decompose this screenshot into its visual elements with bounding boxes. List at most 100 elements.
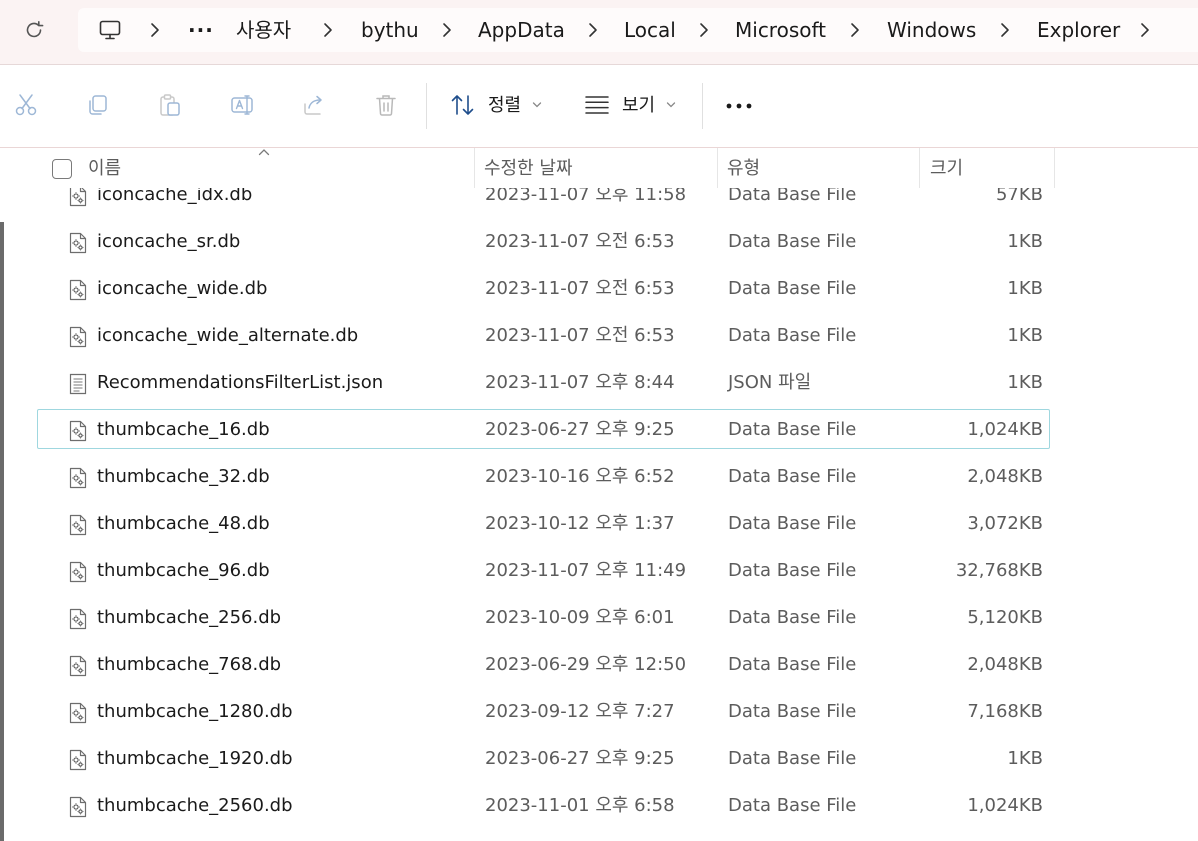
paste-button[interactable] [152, 87, 188, 123]
address-bar[interactable]: ··· 사용자 bythu AppData Local Microsoft Wi… [78, 8, 1198, 52]
column-header-row: 이름 수정한 날짜 유형 크기 [12, 148, 1198, 188]
cut-button[interactable] [8, 87, 44, 123]
command-bar: 정렬 보기 [0, 65, 1198, 147]
select-all-checkbox[interactable] [52, 159, 72, 179]
view-list-icon [585, 96, 609, 114]
divider [426, 83, 427, 129]
column-header-name[interactable]: 이름 [88, 148, 121, 188]
file-name: thumbcache_32.db [97, 466, 270, 487]
divider [702, 83, 703, 129]
file-modified-date: 2023-11-07 오후 8:44 [485, 372, 675, 393]
file-name: thumbcache_768.db [97, 654, 282, 675]
sort-button[interactable]: 정렬 [446, 85, 550, 125]
file-name: iconcache_wide.db [97, 278, 268, 299]
file-row[interactable]: iconcache_sr.db 2023-11-07 오전 6:53 Data Ba… [37, 221, 1050, 261]
db-file-icon [69, 420, 87, 442]
rename-icon [231, 95, 253, 115]
text-file-icon [69, 373, 87, 395]
copy-button[interactable] [80, 87, 116, 123]
db-file-icon [69, 608, 87, 630]
db-file-icon [69, 279, 87, 301]
breadcrumb-item[interactable]: 사용자 [236, 8, 291, 52]
column-divider[interactable] [474, 148, 475, 188]
file-type: Data Base File [728, 419, 857, 440]
file-row[interactable]: thumbcache_16.db 2023-06-27 오후 9:25 Data B… [37, 409, 1050, 449]
view-label: 보기 [622, 95, 656, 116]
chevron-down-icon [666, 102, 676, 108]
sort-icon [451, 95, 474, 115]
file-row[interactable]: thumbcache_1280.db 2023-09-12 오후 7:27 Data… [37, 691, 1050, 731]
db-file-icon [69, 561, 87, 583]
chevron-right-icon[interactable] [321, 21, 335, 39]
file-modified-date: 2023-11-07 오전 6:53 [485, 325, 675, 346]
db-file-icon [69, 796, 87, 818]
rename-button[interactable] [224, 87, 260, 123]
share-button[interactable] [296, 87, 332, 123]
breadcrumb-overflow-button[interactable]: ··· [188, 8, 214, 52]
refresh-icon [26, 21, 44, 38]
chevron-right-icon[interactable] [998, 21, 1012, 39]
chevron-right-icon[interactable] [440, 21, 454, 39]
file-type: JSON 파일 [728, 372, 812, 393]
refresh-button[interactable] [14, 12, 54, 48]
breadcrumb-item[interactable]: Microsoft [735, 8, 826, 52]
address-bar-area: ··· 사용자 bythu AppData Local Microsoft Wi… [0, 0, 1198, 64]
column-divider[interactable] [717, 148, 718, 188]
file-size: 1,024KB [967, 795, 1043, 816]
file-row[interactable]: thumbcache_256.db 2023-10-09 오후 6:01 Data … [37, 597, 1050, 637]
file-name: thumbcache_1920.db [97, 748, 293, 769]
file-row[interactable]: thumbcache_2560.db 2023-11-01 오후 6:58 Data… [37, 785, 1050, 825]
file-size: 1,024KB [967, 419, 1043, 440]
chevron-down-icon [532, 102, 542, 108]
breadcrumb-item[interactable]: Explorer [1037, 8, 1120, 52]
navigation-pane-scrollbar[interactable] [0, 222, 4, 841]
file-size: 5,120KB [967, 607, 1043, 628]
copy-icon [89, 95, 107, 115]
file-type: Data Base File [728, 513, 857, 534]
chevron-right-icon[interactable] [148, 21, 162, 39]
file-type: Data Base File [728, 654, 857, 675]
file-size: 1KB [1007, 325, 1043, 346]
file-modified-date: 2023-11-01 오후 6:58 [485, 795, 675, 816]
view-button[interactable]: 보기 [580, 85, 684, 125]
file-row[interactable]: thumbcache_1920.db 2023-06-27 오후 9:25 Data… [37, 738, 1050, 778]
column-header-date[interactable]: 수정한 날짜 [484, 148, 573, 188]
file-row[interactable]: thumbcache_48.db 2023-10-12 오후 1:37 Data B… [37, 503, 1050, 543]
column-divider[interactable] [919, 148, 920, 188]
column-divider[interactable] [1054, 148, 1055, 188]
file-type: Data Base File [728, 278, 857, 299]
file-type: Data Base File [728, 748, 857, 769]
file-row[interactable]: RecommendationsFilterList.json 2023-11-07… [37, 362, 1050, 402]
breadcrumb-item[interactable]: Windows [887, 8, 976, 52]
breadcrumb-item[interactable]: bythu [361, 8, 419, 52]
db-file-icon [69, 749, 87, 771]
file-modified-date: 2023-10-09 오후 6:01 [485, 607, 675, 628]
file-row[interactable]: thumbcache_768.db 2023-06-29 오후 12:50 Data… [37, 644, 1050, 684]
chevron-right-icon[interactable] [848, 21, 862, 39]
file-row[interactable]: iconcache_wide.db 2023-11-07 오전 6:53 Data … [37, 268, 1050, 308]
more-options-button[interactable] [718, 87, 758, 123]
db-file-icon [69, 467, 87, 489]
breadcrumb-item[interactable]: Local [624, 8, 676, 52]
file-size: 7,168KB [967, 701, 1043, 722]
column-header-type[interactable]: 유형 [727, 148, 760, 188]
this-pc-icon[interactable] [98, 18, 122, 42]
chevron-right-icon[interactable] [1138, 21, 1152, 39]
db-file-icon [69, 232, 87, 254]
file-row[interactable]: iconcache_wide_alternate.db 2023-11-07 오전… [37, 315, 1050, 355]
file-name: iconcache_wide_alternate.db [97, 325, 359, 346]
file-name: iconcache_sr.db [97, 231, 241, 252]
trash-icon [376, 95, 396, 116]
column-header-size[interactable]: 크기 [930, 148, 963, 188]
share-icon [304, 95, 322, 115]
file-modified-date: 2023-11-07 오후 11:49 [485, 560, 687, 581]
file-modified-date: 2023-11-07 오전 6:53 [485, 278, 675, 299]
file-name: thumbcache_1280.db [97, 701, 293, 722]
chevron-right-icon[interactable] [697, 21, 711, 39]
chevron-right-icon[interactable] [586, 21, 600, 39]
file-row[interactable]: thumbcache_96.db 2023-11-07 오후 11:49 Data … [37, 550, 1050, 590]
breadcrumb-item[interactable]: AppData [478, 8, 565, 52]
file-size: 2,048KB [967, 466, 1043, 487]
file-row[interactable]: thumbcache_32.db 2023-10-16 오후 6:52 Data B… [37, 456, 1050, 496]
delete-button[interactable] [368, 87, 404, 123]
